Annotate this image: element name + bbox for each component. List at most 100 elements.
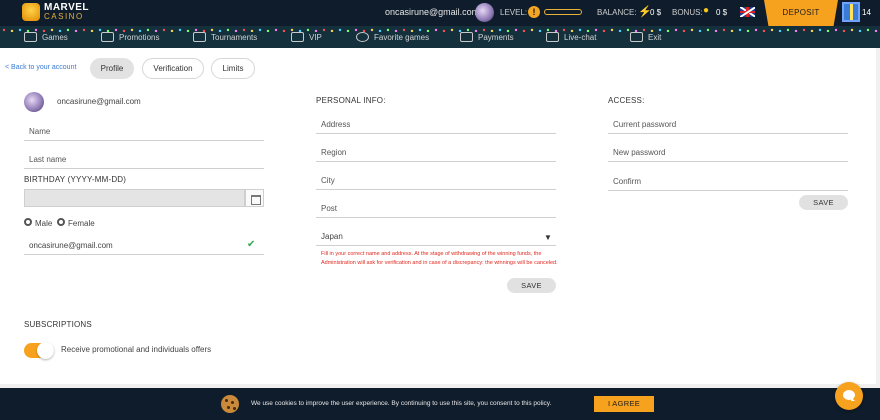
nav-live-chat[interactable]: Live-chat bbox=[546, 29, 596, 45]
light-bulb bbox=[674, 28, 678, 32]
cookie-consent-text: We use cookies to improve the user exper… bbox=[251, 400, 552, 407]
cookie-agree-button[interactable]: I AGREE bbox=[594, 396, 654, 412]
coins-icon: ● bbox=[703, 5, 710, 16]
city-field[interactable]: City bbox=[316, 173, 556, 190]
light-bulb bbox=[778, 29, 782, 32]
city-placeholder: City bbox=[321, 176, 335, 185]
light-bulb bbox=[90, 29, 94, 32]
light-bulb bbox=[682, 29, 686, 32]
nav-vip[interactable]: VIP bbox=[291, 29, 322, 45]
gender-male-radio[interactable] bbox=[24, 218, 32, 226]
casino-logo[interactable]: MARVEL CASINO bbox=[22, 3, 89, 21]
post-field[interactable]: Post bbox=[316, 201, 556, 218]
header-user-email[interactable]: oncasirune@gmail.com bbox=[385, 7, 479, 17]
light-bulb bbox=[626, 28, 630, 32]
gift-icon[interactable] bbox=[842, 2, 860, 22]
nav-games[interactable]: Games bbox=[24, 29, 68, 45]
bonus-label: BONUS: bbox=[672, 8, 703, 17]
verified-check-icon: ✔ bbox=[247, 239, 256, 250]
level-label: LEVEL: bbox=[500, 8, 528, 17]
logo-subtitle: CASINO bbox=[44, 12, 84, 21]
light-bulb bbox=[786, 28, 790, 32]
diamond-icon bbox=[291, 32, 304, 42]
current-password-field[interactable]: Current password bbox=[608, 117, 848, 134]
nav-favorite-games[interactable]: Favorite games bbox=[356, 29, 429, 45]
address-field[interactable]: Address bbox=[316, 117, 556, 134]
nav-promotions[interactable]: Promotions bbox=[101, 29, 159, 45]
tab-limits[interactable]: Limits bbox=[211, 58, 255, 79]
country-select[interactable]: Japan bbox=[316, 229, 556, 246]
light-bulb bbox=[530, 28, 534, 32]
light-bulb bbox=[322, 28, 326, 32]
last-name-field[interactable]: Last name bbox=[24, 152, 264, 169]
new-password-placeholder: New password bbox=[613, 148, 666, 157]
personal-info-save-button[interactable]: SAVE bbox=[507, 278, 556, 293]
gamepad-icon bbox=[24, 32, 37, 42]
wallet-icon bbox=[460, 32, 473, 42]
live-chat-icon[interactable] bbox=[835, 382, 863, 410]
profile-avatar[interactable] bbox=[24, 92, 44, 112]
uk-flag-icon[interactable] bbox=[740, 7, 755, 17]
nav-exit-label: Exit bbox=[648, 32, 662, 42]
light-bulb bbox=[874, 29, 878, 32]
cookie-icon bbox=[221, 395, 239, 413]
bonus-value: 0 $ bbox=[716, 8, 728, 17]
heart-icon bbox=[356, 32, 369, 42]
nav-exit[interactable]: Exit bbox=[630, 29, 661, 45]
post-placeholder: Post bbox=[321, 204, 338, 213]
email-field-value: oncasirune@gmail.com bbox=[29, 241, 113, 250]
light-bulb bbox=[730, 29, 734, 32]
tab-verification[interactable]: Verification bbox=[142, 58, 204, 79]
chat-icon bbox=[546, 32, 559, 42]
balance-label: BALANCE: bbox=[597, 8, 637, 17]
light-bulb bbox=[10, 29, 14, 32]
light-bulb bbox=[794, 29, 798, 32]
last-name-placeholder: Last name bbox=[29, 155, 67, 164]
address-placeholder: Address bbox=[321, 120, 351, 129]
light-bulb bbox=[602, 29, 606, 32]
email-field[interactable]: oncasirune@gmail.com bbox=[24, 238, 264, 255]
name-placeholder: Name bbox=[29, 127, 51, 136]
back-to-account-link[interactable]: < Back to your account bbox=[5, 64, 76, 71]
light-bulb bbox=[698, 29, 702, 32]
calendar-icon[interactable] bbox=[245, 189, 264, 207]
gender-male-label: Male bbox=[35, 219, 53, 228]
light-bulb bbox=[434, 28, 438, 32]
light-bulb bbox=[442, 29, 446, 32]
birthday-input[interactable] bbox=[24, 189, 245, 207]
header-avatar[interactable] bbox=[475, 3, 494, 22]
nav-promotions-label: Promotions bbox=[119, 32, 160, 42]
current-password-placeholder: Current password bbox=[613, 120, 677, 129]
page-scrollbar[interactable] bbox=[876, 48, 880, 384]
light-bulb bbox=[178, 28, 182, 32]
light-bulb bbox=[754, 28, 758, 32]
gender-female-radio[interactable] bbox=[57, 218, 65, 226]
level-badge-icon[interactable]: ! bbox=[528, 6, 540, 18]
nav-vip-label: VIP bbox=[309, 32, 322, 42]
light-bulb bbox=[866, 28, 870, 32]
name-field[interactable]: Name bbox=[24, 124, 264, 141]
logo-title: MARVEL bbox=[44, 2, 90, 13]
light-bulb bbox=[538, 29, 542, 32]
crown-icon bbox=[22, 3, 40, 21]
light-bulb bbox=[282, 29, 286, 32]
confirm-password-field[interactable]: Confirm bbox=[608, 174, 848, 191]
light-bulb bbox=[186, 29, 190, 32]
exit-icon bbox=[630, 32, 643, 42]
region-field[interactable]: Region bbox=[316, 145, 556, 162]
nav-payments[interactable]: Payments bbox=[460, 29, 514, 45]
nav-tournaments[interactable]: Tournaments bbox=[193, 29, 257, 45]
address-warning-text: Fill in your correct name and address. A… bbox=[321, 251, 558, 266]
light-bulb bbox=[610, 28, 614, 32]
access-save-button[interactable]: SAVE bbox=[799, 195, 848, 210]
personal-info-title: PERSONAL INFO: bbox=[316, 96, 386, 105]
light-bulb bbox=[706, 28, 710, 32]
promo-offers-toggle[interactable] bbox=[24, 342, 54, 359]
profile-email: oncasirune@gmail.com bbox=[57, 97, 141, 106]
light-bulb bbox=[514, 28, 518, 32]
tab-profile[interactable]: Profile bbox=[90, 58, 134, 79]
new-password-field[interactable]: New password bbox=[608, 145, 848, 162]
deposit-button[interactable]: DEPOSIT bbox=[764, 0, 838, 26]
light-bulb bbox=[762, 29, 766, 32]
light-bulb bbox=[690, 28, 694, 32]
